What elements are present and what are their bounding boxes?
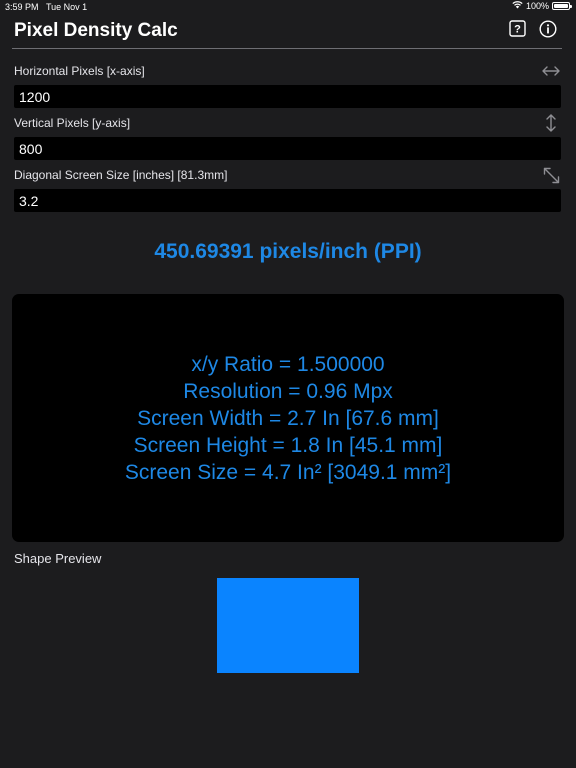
diagonal-size-label: Diagonal Screen Size [inches] [81.3mm] [14, 168, 228, 182]
vertical-pixels-input[interactable] [14, 137, 561, 160]
horizontal-arrows-icon [542, 62, 560, 80]
screen-width-result: Screen Width = 2.7 In [67.6 mm] [137, 406, 439, 430]
horizontal-pixels-input[interactable] [14, 85, 561, 108]
question-mark-square-icon: ? [508, 20, 526, 42]
help-button[interactable]: ? [508, 20, 526, 42]
info-circle-icon [539, 19, 557, 43]
shape-preview [217, 578, 359, 673]
resolution-result: Resolution = 0.96 Mpx [183, 379, 393, 403]
shape-preview-label: Shape Preview [14, 551, 102, 566]
screen-size-result: Screen Size = 4.7 In² [3049.1 mm²] [124, 460, 452, 484]
horizontal-pixels-label: Horizontal Pixels [x-axis] [14, 64, 145, 78]
page-title: Pixel Density Calc [14, 20, 178, 41]
vertical-pixels-label: Vertical Pixels [y-axis] [14, 116, 131, 130]
svg-text:?: ? [514, 24, 521, 36]
battery-icon [552, 2, 572, 10]
ratio-result: x/y Ratio = 1.500000 [191, 352, 385, 376]
screen-height-result: Screen Height = 1.8 In [45.1 mm] [133, 433, 443, 457]
nav-bar: Pixel Density Calc ? [0, 14, 576, 50]
info-button[interactable] [539, 19, 557, 43]
battery-label: 100% [525, 1, 549, 11]
vertical-arrows-icon [542, 114, 560, 132]
nav-divider [12, 48, 562, 49]
status-bar: 3:59 PM Tue Nov 1 100% [0, 0, 576, 14]
status-date: Tue Nov 1 [46, 2, 88, 12]
results-panel: x/y Ratio = 1.500000 Resolution = 0.96 M… [12, 294, 564, 542]
ppi-result: 450.69391 pixels/inch (PPI) [154, 240, 422, 263]
diagonal-arrows-icon [542, 166, 560, 184]
status-time: 3:59 PM [5, 2, 39, 12]
diagonal-size-input[interactable] [14, 189, 561, 212]
status-indicators: 100% [512, 1, 572, 11]
wifi-icon [512, 1, 523, 11]
